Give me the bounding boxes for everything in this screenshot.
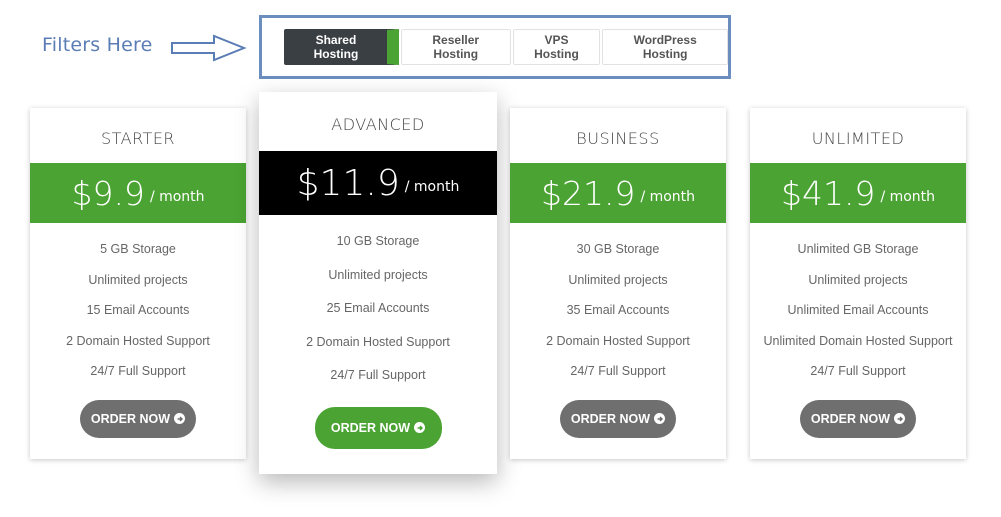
plan-card-business: BUSINESS $21.9 / month 30 GB Storage Unl… <box>510 108 726 459</box>
feature-item: Unlimited GB Storage <box>797 242 919 256</box>
plan-card-starter: STARTER $9.9 / month 5 GB Storage Unlimi… <box>30 108 246 459</box>
feature-item: 2 Domain Hosted Support <box>66 333 210 348</box>
feature-item: 2 Domain Hosted Support <box>546 333 690 348</box>
plan-card-advanced: ADVANCED $11.9 / month 10 GB Storage Unl… <box>259 92 497 474</box>
feature-item: Unlimited Email Accounts <box>787 303 929 317</box>
feature-item: 24/7 Full Support <box>330 368 426 382</box>
feature-item: 35 Email Accounts <box>566 303 670 317</box>
feature-list: 30 GB Storage Unlimited projects 35 Emai… <box>510 242 726 395</box>
feature-item: Unlimited Domain Hosted Support <box>763 333 953 348</box>
order-now-button[interactable]: ORDER NOW <box>800 399 916 438</box>
filter-tabs: Shared Hosting Reseller Hosting VPS Host… <box>284 29 728 65</box>
feature-item: 24/7 Full Support <box>810 364 906 378</box>
annotation-label: Filters Here <box>42 34 153 56</box>
filter-highlight-frame: Shared Hosting Reseller Hosting VPS Host… <box>259 15 731 79</box>
feature-item: 24/7 Full Support <box>570 364 666 378</box>
order-now-button[interactable]: ORDER NOW <box>314 406 442 449</box>
arrow-right-icon <box>171 34 247 62</box>
feature-item: 15 Email Accounts <box>86 303 190 317</box>
price-band: $41.9 / month <box>750 163 966 223</box>
feature-list: 5 GB Storage Unlimited projects 15 Email… <box>30 242 246 395</box>
feature-item: 24/7 Full Support <box>90 364 186 378</box>
price-period: / month <box>149 189 205 205</box>
feature-item: Unlimited projects <box>808 272 908 287</box>
feature-item: Unlimited projects <box>328 267 428 282</box>
feature-item: 2 Domain Hosted Support <box>306 334 450 349</box>
feature-item: 10 GB Storage <box>336 234 420 248</box>
order-button-label: ORDER NOW <box>330 420 411 435</box>
price-period: / month <box>880 189 936 205</box>
arrow-circle-right-icon <box>174 413 186 424</box>
plan-name: ADVANCED <box>331 115 425 134</box>
price-amount: $9.9 <box>71 173 145 213</box>
plan-name: BUSINESS <box>576 129 660 148</box>
order-now-button[interactable]: ORDER NOW <box>560 399 676 438</box>
filter-vps-hosting[interactable]: VPS Hosting <box>512 29 601 65</box>
arrow-circle-right-icon <box>894 413 906 424</box>
feature-list: Unlimited GB Storage Unlimited projects … <box>750 242 966 395</box>
price-amount: $41.9 <box>780 173 876 213</box>
price-band: $21.9 / month <box>510 163 726 223</box>
order-now-button[interactable]: ORDER NOW <box>80 399 196 438</box>
plan-name: UNLIMITED <box>811 129 905 148</box>
feature-item: 25 Email Accounts <box>326 301 430 315</box>
arrow-circle-right-icon <box>654 413 666 424</box>
arrow-circle-right-icon <box>414 422 426 433</box>
price-amount: $11.9 <box>296 162 400 204</box>
price-band: $11.9 / month <box>259 151 497 215</box>
filter-reseller-hosting[interactable]: Reseller Hosting <box>400 29 511 65</box>
price-amount: $21.9 <box>540 173 636 213</box>
feature-item: Unlimited projects <box>568 272 668 287</box>
feature-list: 10 GB Storage Unlimited projects 25 Emai… <box>259 234 497 402</box>
filter-shared-hosting[interactable]: Shared Hosting <box>284 29 399 65</box>
plan-name: STARTER <box>100 129 176 148</box>
feature-item: 30 GB Storage <box>576 242 660 256</box>
filter-wordpress-hosting[interactable]: WordPress Hosting <box>602 29 728 65</box>
order-button-label: ORDER NOW <box>810 411 891 426</box>
price-period: / month <box>404 179 460 195</box>
order-button-label: ORDER NOW <box>90 411 171 426</box>
feature-item: 5 GB Storage <box>100 242 176 256</box>
price-band: $9.9 / month <box>30 163 246 223</box>
plan-card-unlimited: UNLIMITED $41.9 / month Unlimited GB Sto… <box>750 108 966 459</box>
price-period: / month <box>640 189 696 205</box>
order-button-label: ORDER NOW <box>570 411 651 426</box>
feature-item: Unlimited projects <box>88 272 188 287</box>
